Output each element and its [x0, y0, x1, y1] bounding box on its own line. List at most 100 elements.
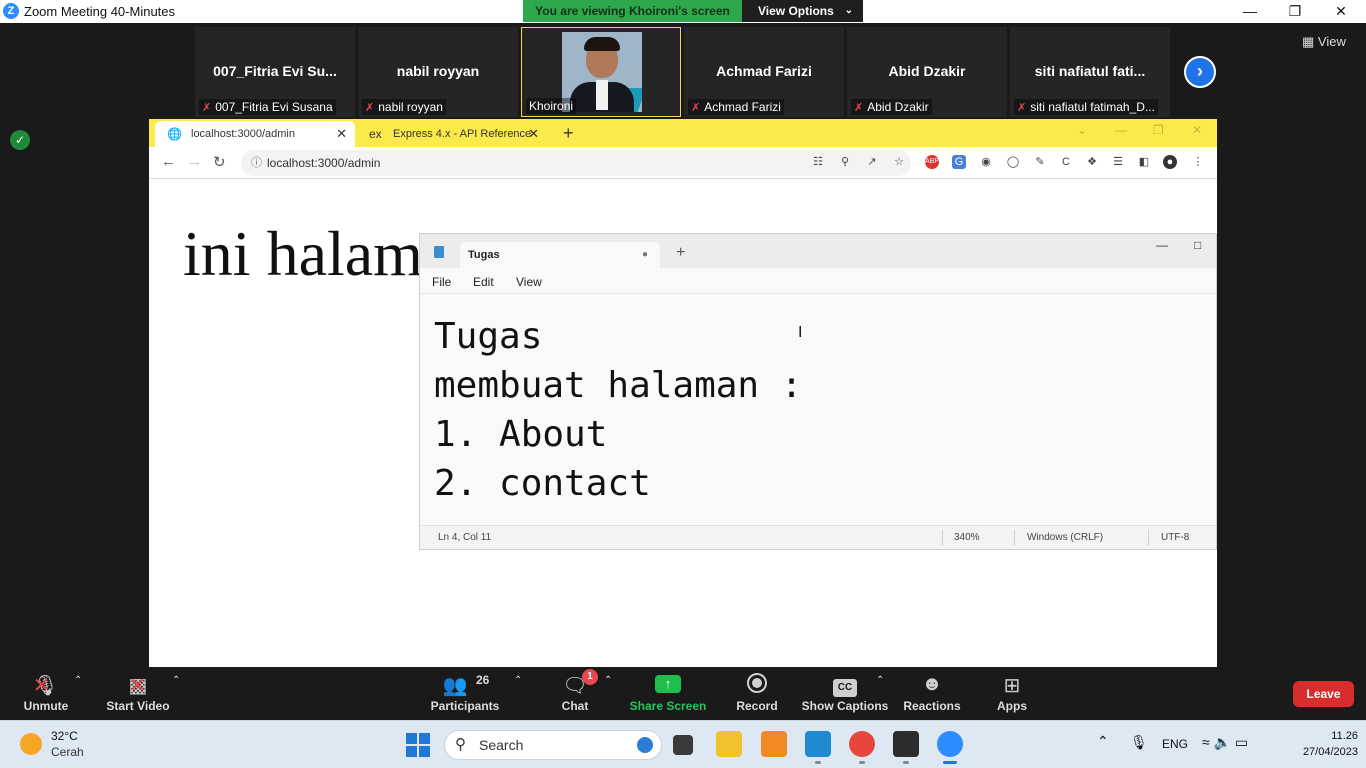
tab-search-chevron-icon[interactable]: ⌄	[1077, 123, 1087, 137]
puzzle-extensions-icon[interactable]: ❖	[1085, 155, 1099, 169]
profile-avatar[interactable]: ●	[1163, 155, 1177, 169]
app-active-indicator	[943, 761, 957, 764]
taskbar-search[interactable]: ⚲ Search	[444, 730, 662, 760]
view-layout-button[interactable]: ▦ View	[1302, 34, 1346, 50]
browser-tabstrip: 🌐 localhost:3000/admin ✕ ex Express 4.x …	[149, 119, 1217, 147]
video-options-caret-icon[interactable]: ⌃	[172, 675, 180, 686]
participant-name: siti nafiatul fati...	[1034, 63, 1146, 79]
mic-muted-icon: ✗	[202, 102, 212, 114]
adblock-icon[interactable]: ABP	[925, 155, 939, 169]
bing-icon[interactable]	[637, 737, 653, 753]
side-panel-icon[interactable]: ◧	[1137, 155, 1151, 169]
weather-sun-icon[interactable]	[20, 733, 42, 755]
notepad-tab[interactable]: Tugas ●	[460, 242, 660, 268]
browser-restore-button[interactable]: ❐	[1153, 123, 1164, 137]
share-icon[interactable]: ↗	[865, 155, 879, 169]
participant-tile[interactable]: 007_Fitria Evi Su... ✗ 007_Fitria Evi Sus…	[195, 27, 355, 117]
participant-name: Achmad Farizi	[716, 63, 812, 79]
participant-label-text: Abid Dzakir	[867, 100, 929, 114]
participants-count: 26	[476, 673, 490, 687]
notepad-editor[interactable]: Tugas membuat halaman : 1. About 2. contact	[434, 312, 802, 508]
participants-caret-icon[interactable]: ⌃	[514, 675, 522, 686]
task-view-icon[interactable]	[673, 735, 693, 755]
camera-icon[interactable]: ◉	[979, 155, 993, 169]
terminal-icon[interactable]	[893, 731, 919, 757]
back-arrow-icon[interactable]: ←	[161, 153, 176, 170]
participant-tile[interactable]: siti nafiatul fati... ✗ siti nafiatul fat…	[1010, 27, 1170, 117]
url-text: localhost:3000/admin	[267, 156, 381, 170]
code-extension-icon[interactable]: C	[1059, 155, 1073, 169]
menu-edit[interactable]: Edit	[473, 275, 494, 289]
notepad-minimize-button[interactable]: —	[1156, 238, 1168, 252]
notepad-new-tab-plus-icon[interactable]: +	[676, 244, 685, 262]
notepad-window: Tugas ● + — □ File Edit View Tugas membua…	[419, 233, 1217, 550]
participant-label: Khoironi	[526, 98, 577, 114]
apps-button[interactable]: ⊞ Apps	[967, 667, 1057, 720]
start-video-label: Start Video	[106, 699, 170, 713]
vscode-icon[interactable]	[805, 731, 831, 757]
notepad-maximize-button[interactable]: □	[1194, 238, 1201, 252]
new-tab-plus-icon[interactable]: +	[563, 123, 574, 144]
kebab-menu-icon[interactable]: ⋮	[1191, 155, 1205, 169]
captions-caret-icon[interactable]: ⌃	[876, 675, 884, 686]
audio-options-caret-icon[interactable]: ⌃	[74, 675, 82, 686]
browser-tab[interactable]: ex Express 4.x - API Reference ✕	[357, 121, 547, 147]
xampp-icon[interactable]	[761, 731, 787, 757]
participants-button[interactable]: 👥 26 Participants	[420, 667, 510, 720]
chat-caret-icon[interactable]: ⌃	[604, 675, 612, 686]
editor-line: membuat halaman :	[434, 365, 803, 406]
zoom-app-icon[interactable]	[937, 731, 963, 757]
windows-start-icon[interactable]	[406, 733, 430, 757]
minimize-button[interactable]: —	[1227, 0, 1273, 23]
file-explorer-icon[interactable]	[716, 731, 742, 757]
tab-close-icon[interactable]: ✕	[528, 121, 539, 147]
zoom-magnifier-icon[interactable]: ⚲	[838, 155, 852, 169]
bookmark-star-icon[interactable]: ☆	[892, 155, 906, 169]
weather-temp[interactable]: 32°C	[51, 729, 78, 743]
participant-label-text: nabil royyan	[378, 100, 443, 114]
participant-tile[interactable]: Abid Dzakir ✗ Abid Dzakir	[847, 27, 1007, 117]
tray-mic-icon[interactable]: 🎙	[1130, 734, 1148, 751]
wifi-volume-battery-icon[interactable]: ≈ 🔈 ▭	[1202, 734, 1248, 751]
media-playlist-icon[interactable]: ☰	[1111, 155, 1125, 169]
clock-date[interactable]: 27/04/2023	[1296, 746, 1358, 758]
participant-label-text: Khoironi	[529, 99, 574, 113]
line-ending: Windows (CRLF)	[1027, 532, 1104, 543]
info-icon[interactable]: ⓘ	[251, 150, 262, 176]
participant-name: nabil royyan	[396, 63, 480, 79]
next-page-arrow-icon[interactable]: ›	[1184, 56, 1216, 88]
tab-title: Express 4.x - API Reference	[393, 128, 532, 140]
chrome-icon[interactable]	[849, 731, 875, 757]
extension-link-icon[interactable]: ◯	[1006, 155, 1020, 169]
restore-button[interactable]: ❐	[1272, 0, 1318, 23]
color-picker-icon[interactable]: ✎	[1033, 155, 1047, 169]
share-screen-button[interactable]: ↑ Share Screen	[623, 667, 713, 720]
browser-minimize-button[interactable]: —	[1115, 123, 1127, 137]
participant-tile[interactable]: Achmad Farizi ✗ Achmad Farizi	[684, 27, 844, 117]
browser-tab-active[interactable]: 🌐 localhost:3000/admin ✕	[155, 121, 355, 147]
notepad-titlebar: Tugas ● + — □	[420, 234, 1216, 268]
translate-icon[interactable]: ☷	[811, 155, 825, 169]
security-shield-icon[interactable]: ✓	[10, 130, 30, 150]
input-language[interactable]: ENG	[1162, 737, 1188, 751]
google-translate-icon[interactable]: G	[952, 155, 966, 169]
menu-file[interactable]: File	[432, 275, 451, 289]
zoom-level: 340%	[954, 532, 980, 543]
weather-desc[interactable]: Cerah	[51, 745, 84, 759]
reload-icon[interactable]: ↻	[213, 153, 226, 171]
clock-time[interactable]: 11.26	[1318, 730, 1358, 742]
record-button[interactable]: Record	[712, 667, 802, 720]
leave-button[interactable]: Leave	[1293, 681, 1354, 707]
forward-arrow-icon[interactable]: →	[187, 153, 202, 170]
tray-overflow-chevron-icon[interactable]: ⌃	[1097, 733, 1109, 750]
unsaved-dot-icon[interactable]: ●	[642, 242, 648, 268]
browser-close-button[interactable]: ✕	[1192, 123, 1202, 137]
tab-close-icon[interactable]: ✕	[336, 121, 347, 147]
menu-view[interactable]: View	[516, 275, 542, 289]
view-options-button[interactable]: View Options ⌄	[742, 0, 863, 22]
participant-tile[interactable]: nabil royyan ✗ nabil royyan	[358, 27, 518, 117]
start-video-button[interactable]: ▩ ✕ Start Video	[93, 667, 183, 720]
participant-tile-active-speaker[interactable]: Khoironi	[521, 27, 681, 117]
close-button[interactable]: ✕	[1318, 0, 1364, 23]
text-cursor-icon: I	[798, 324, 803, 341]
